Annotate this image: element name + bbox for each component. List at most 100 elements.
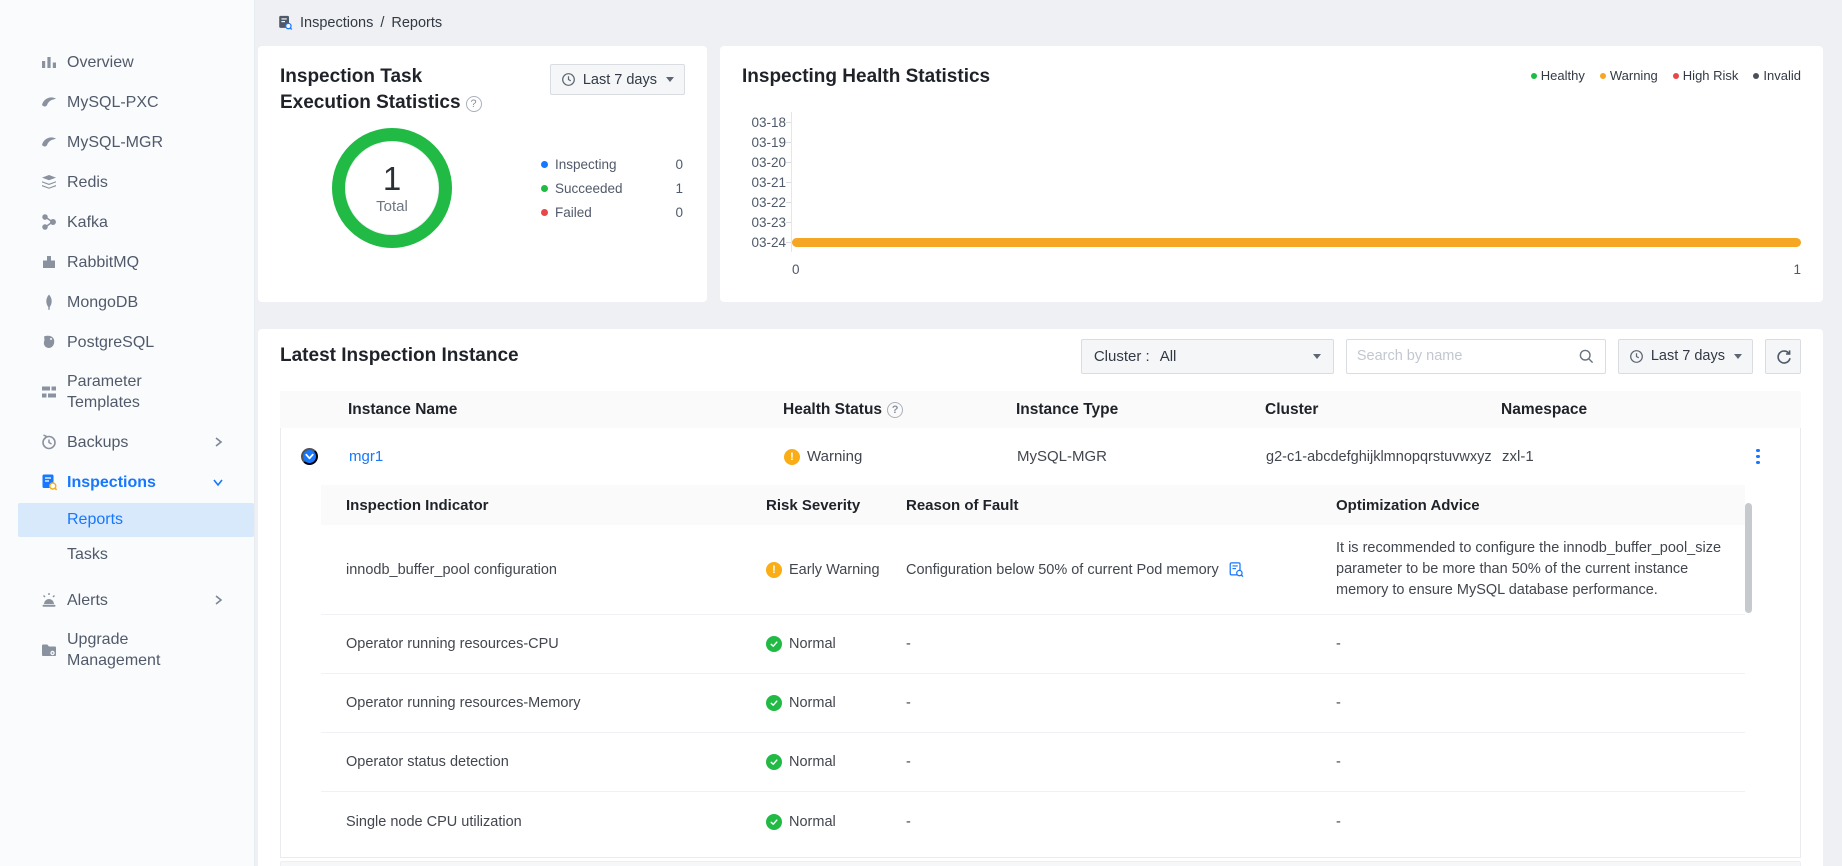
- y-tick-label: 03-23: [742, 215, 786, 230]
- help-icon[interactable]: [887, 402, 903, 418]
- sidebar: Overview MySQL-PXC MySQL-MGR Redis Kafka…: [0, 0, 255, 866]
- sidebar-item-parameter-templates[interactable]: Parameter Templates: [0, 362, 254, 422]
- sidebar-subitem-label: Tasks: [67, 546, 108, 564]
- legend-label: Healthy: [1541, 68, 1585, 83]
- donut-legend: Inspecting 0 Succeeded 1 Failed 0: [541, 152, 683, 224]
- table-filters: Cluster : All Last 7 days: [1081, 339, 1801, 374]
- sidebar-item-label: RabbitMQ: [67, 252, 187, 273]
- sidebar-item-kafka[interactable]: Kafka: [0, 202, 254, 242]
- caret-down-icon: [666, 77, 674, 82]
- detail-column-header: Risk Severity: [766, 497, 906, 514]
- sidebar-subitem-tasks[interactable]: Tasks: [18, 538, 254, 572]
- dolphin-icon: [40, 133, 58, 151]
- breadcrumb-section[interactable]: Inspections: [300, 15, 373, 31]
- cluster-select[interactable]: Cluster : All: [1081, 339, 1334, 374]
- sidebar-item-inspections[interactable]: Inspections: [0, 462, 254, 502]
- detail-row: Operator status detection Normal - -: [321, 733, 1745, 792]
- legend-item-warning[interactable]: Warning: [1600, 68, 1658, 83]
- next-row-partial: [280, 861, 1801, 866]
- caret-down-icon: [1734, 354, 1742, 359]
- backup-clock-icon: [40, 433, 58, 451]
- risk-severity-badge: Early Warning: [766, 562, 906, 578]
- bar-track: [791, 132, 1801, 152]
- bar-track: [791, 192, 1801, 212]
- x-axis-labels: 0 1: [792, 262, 1801, 277]
- elephant-icon: [40, 333, 58, 351]
- legend-item-high-risk[interactable]: High Risk: [1673, 68, 1739, 83]
- bar-chart-icon: [40, 53, 58, 71]
- sidebar-item-label: Parameter Templates: [67, 371, 187, 413]
- collapse-row-button[interactable]: [301, 448, 318, 465]
- refresh-button[interactable]: [1765, 339, 1801, 374]
- legend-item-succeeded[interactable]: Succeeded 1: [541, 176, 683, 200]
- help-icon[interactable]: [466, 96, 482, 112]
- sidebar-item-overview[interactable]: Overview: [0, 42, 254, 82]
- sidebar-item-label: Overview: [67, 52, 187, 73]
- advice-cell: -: [1336, 636, 1745, 652]
- report-search-icon: [277, 14, 293, 31]
- sidebar-item-label: MongoDB: [67, 292, 187, 313]
- sidebar-item-mongodb[interactable]: MongoDB: [0, 282, 254, 322]
- search-box: [1346, 339, 1606, 374]
- risk-severity-badge: Normal: [766, 814, 906, 830]
- parameter-templates-icon: [40, 383, 58, 401]
- donut-ring: 1 Total: [332, 128, 452, 248]
- warning-bar[interactable]: [792, 238, 1801, 247]
- warning-icon: [766, 562, 782, 578]
- sidebar-item-label: MySQL-PXC: [67, 92, 187, 113]
- sidebar-item-rabbitmq[interactable]: RabbitMQ: [0, 242, 254, 282]
- column-header: Health Status: [783, 401, 1016, 419]
- sidebar-item-label: MySQL-MGR: [67, 132, 187, 153]
- detail-column-header: Inspection Indicator: [321, 497, 766, 514]
- legend-item-inspecting[interactable]: Inspecting 0: [541, 152, 683, 176]
- time-range-select[interactable]: Last 7 days: [1618, 339, 1753, 374]
- y-tick-label: 03-21: [742, 175, 786, 190]
- check-icon: [766, 636, 782, 652]
- breadcrumb-page[interactable]: Reports: [391, 15, 442, 31]
- detail-scrollbar-thumb[interactable]: [1745, 503, 1752, 613]
- column-header: Namespace: [1501, 401, 1753, 419]
- legend-value: 0: [675, 205, 683, 220]
- breadcrumb-separator: /: [380, 15, 384, 31]
- legend-label: High Risk: [1683, 68, 1739, 83]
- cluster-label: Cluster :: [1094, 348, 1150, 365]
- time-range-select[interactable]: Last 7 days: [550, 64, 685, 95]
- reason-text: Configuration below 50% of current Pod m…: [906, 562, 1219, 578]
- legend-item-healthy[interactable]: Healthy: [1531, 68, 1585, 83]
- sidebar-item-postgresql[interactable]: PostgreSQL: [0, 322, 254, 362]
- advice-cell: It is recommended to configure the innod…: [1336, 538, 1745, 601]
- sidebar-item-backups[interactable]: Backups: [0, 422, 254, 462]
- chevron-down-icon: [212, 476, 224, 488]
- legend-dot: [541, 185, 548, 192]
- reason-cell: -: [906, 814, 1336, 830]
- legend-dot: [1753, 73, 1759, 79]
- legend-item-invalid[interactable]: Invalid: [1753, 68, 1801, 83]
- table-title: Latest Inspection Instance: [280, 343, 519, 369]
- health-status-badge: Warning: [784, 448, 1017, 465]
- row-actions-menu-button[interactable]: [1752, 445, 1764, 469]
- legend-label: Invalid: [1763, 68, 1801, 83]
- sidebar-item-label: PostgreSQL: [67, 332, 187, 353]
- sidebar-item-mysql-pxc[interactable]: MySQL-PXC: [0, 82, 254, 122]
- risk-severity-badge: Normal: [766, 695, 906, 711]
- instance-name-link[interactable]: mgr1: [349, 448, 784, 465]
- sidebar-item-label: Upgrade Management: [67, 629, 187, 671]
- sidebar-item-mysql-mgr[interactable]: MySQL-MGR: [0, 122, 254, 162]
- sidebar-item-upgrade-management[interactable]: Upgrade Management: [0, 620, 254, 680]
- bar-track: [791, 152, 1801, 172]
- sidebar-subitem-reports[interactable]: Reports: [18, 503, 254, 537]
- sidebar-item-label: Backups: [67, 432, 187, 453]
- sidebar-item-alerts[interactable]: Alerts: [0, 580, 254, 620]
- search-icon[interactable]: [1578, 348, 1595, 365]
- table-row: mgr1 Warning MySQL-MGR g2-c1-abcdefghijk…: [281, 428, 1800, 485]
- sidebar-item-redis[interactable]: Redis: [0, 162, 254, 202]
- advice-cell: -: [1336, 754, 1745, 770]
- search-input[interactable]: [1357, 348, 1578, 364]
- folder-gear-icon: [40, 641, 58, 659]
- legend-item-failed[interactable]: Failed 0: [541, 200, 683, 224]
- indicator-cell: Operator status detection: [321, 754, 766, 770]
- card-title: Inspecting Health Statistics: [742, 64, 990, 90]
- view-report-icon[interactable]: [1228, 561, 1244, 578]
- legend-dot: [541, 209, 548, 216]
- latest-inspection-card: Latest Inspection Instance Cluster : All: [258, 329, 1823, 866]
